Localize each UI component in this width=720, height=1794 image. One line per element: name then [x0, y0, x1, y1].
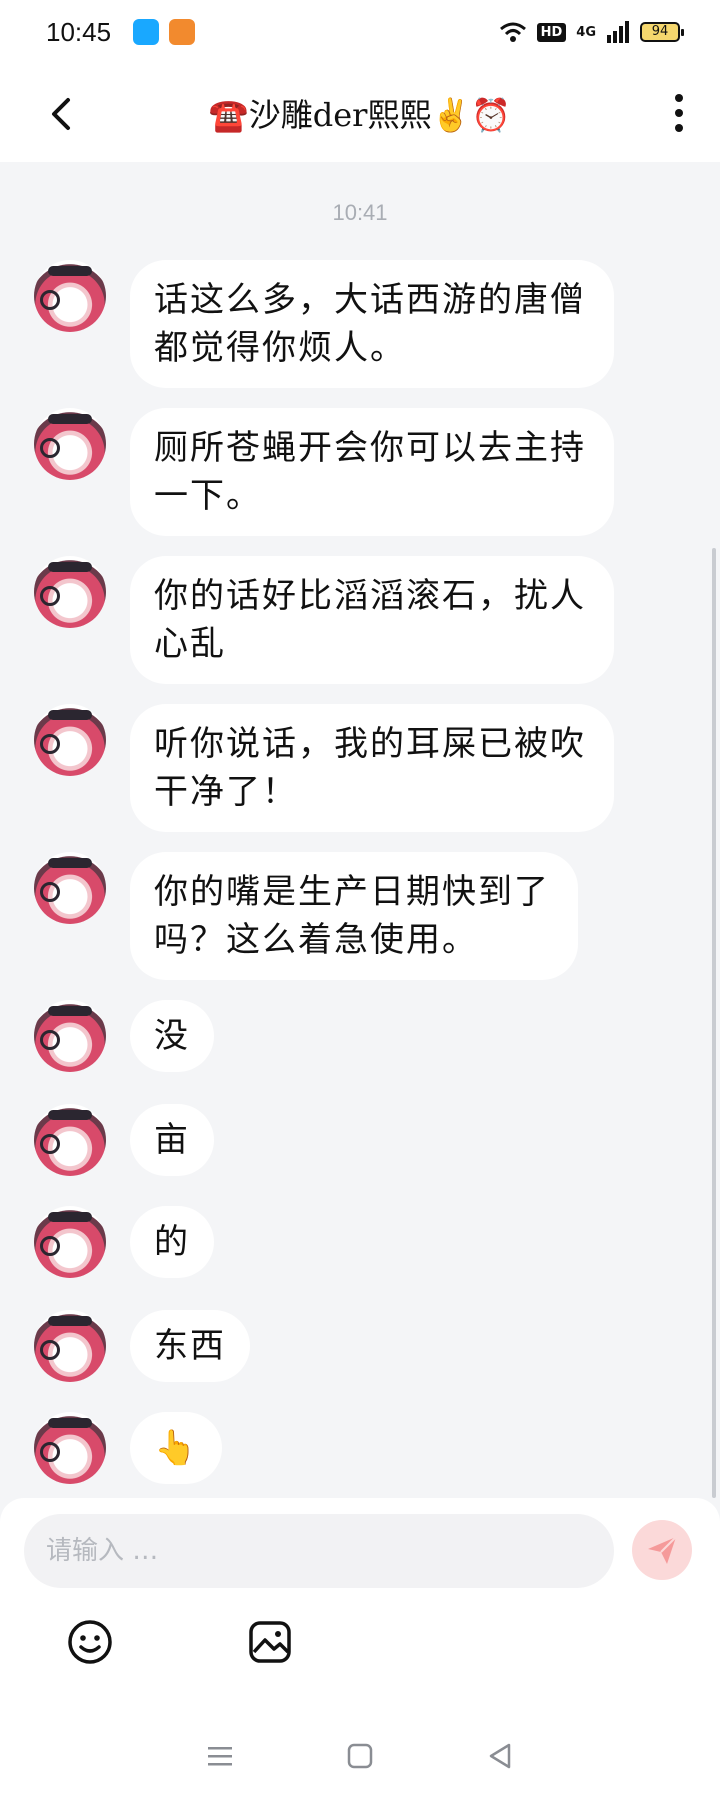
- message-row: 没: [34, 1000, 214, 1072]
- message-bubble[interactable]: 你的嘴是生产日期快到了吗？这么着急使用。: [130, 852, 578, 980]
- emoji-button[interactable]: [66, 1618, 114, 1666]
- chat-message-list[interactable]: 10:41 话这么多，大话西游的唐僧都觉得你烦人。 厕所苍蝇开会你可以去主持一下…: [0, 162, 720, 1498]
- message-input-container: [24, 1514, 614, 1588]
- more-dot: [675, 109, 683, 117]
- send-button[interactable]: [632, 1520, 692, 1580]
- message-bubble[interactable]: 没: [130, 1000, 214, 1072]
- avatar[interactable]: [34, 704, 106, 776]
- signal-icon: [607, 21, 629, 43]
- image-icon: [249, 1621, 291, 1663]
- message-bubble[interactable]: 👆: [130, 1412, 223, 1484]
- input-panel: [0, 1498, 720, 1718]
- message-input[interactable]: [24, 1514, 614, 1588]
- message-timestamp: 10:41: [332, 200, 388, 225]
- triangle-back-icon[interactable]: [485, 1741, 515, 1771]
- chat-header: ☎️沙雕der熙熙✌️⏰: [0, 64, 720, 162]
- message-bubble[interactable]: 你的话好比滔滔滚石，扰人心乱: [130, 556, 614, 684]
- avatar[interactable]: [34, 852, 106, 924]
- avatar[interactable]: [34, 1412, 106, 1484]
- avatar[interactable]: [34, 1206, 106, 1278]
- image-button[interactable]: [246, 1618, 294, 1666]
- notification-icons: [133, 19, 196, 45]
- hd-badge: HD: [536, 22, 567, 42]
- message-row: 话这么多，大话西游的唐僧都觉得你烦人。: [34, 260, 614, 388]
- status-bar: 10:45 HD 4G 94: [0, 0, 720, 64]
- message-bubble[interactable]: 听你说话，我的耳屎已被吹干净了！: [130, 704, 614, 832]
- battery-indicator: 94: [640, 22, 684, 42]
- message-bubble[interactable]: 东西: [130, 1310, 250, 1382]
- avatar[interactable]: [34, 556, 106, 628]
- system-navigation-bar: [0, 1718, 720, 1794]
- message-row: 你的话好比滔滔滚石，扰人心乱: [34, 556, 614, 684]
- status-time: 10:45: [46, 16, 112, 47]
- message-row: 厕所苍蝇开会你可以去主持一下。: [34, 408, 614, 536]
- more-vertical-icon: [675, 94, 683, 102]
- avatar[interactable]: [34, 1310, 106, 1382]
- scrollbar[interactable]: [712, 548, 716, 1498]
- avatar[interactable]: [34, 1104, 106, 1176]
- message-bubble[interactable]: 亩: [130, 1104, 214, 1176]
- more-dot: [675, 124, 683, 132]
- status-indicators: HD 4G 94: [499, 21, 684, 43]
- network-label: 4G: [576, 24, 596, 40]
- back-button[interactable]: [40, 92, 84, 136]
- wifi-icon: [499, 22, 526, 42]
- smiley-icon: [68, 1620, 112, 1664]
- chevron-left-icon: [52, 98, 70, 130]
- message-row: 的: [34, 1206, 214, 1278]
- message-row: 👆: [34, 1412, 223, 1484]
- avatar[interactable]: [34, 1000, 106, 1072]
- more-options-button[interactable]: [664, 90, 694, 136]
- avatar[interactable]: [34, 408, 106, 480]
- message-row: 你的嘴是生产日期快到了吗？这么着急使用。: [34, 852, 578, 980]
- message-bubble[interactable]: 的: [130, 1206, 214, 1278]
- qq-notification-icon: [133, 19, 160, 45]
- message-bubble[interactable]: 话这么多，大话西游的唐僧都觉得你烦人。: [130, 260, 614, 388]
- chat-title: ☎️沙雕der熙熙✌️⏰: [208, 96, 512, 134]
- square-icon[interactable]: [345, 1741, 375, 1771]
- avatar[interactable]: [34, 260, 106, 332]
- menu-icon[interactable]: [205, 1741, 235, 1771]
- paper-plane-icon: [648, 1536, 677, 1564]
- message-row: 东西: [34, 1310, 250, 1382]
- message-row: 听你说话，我的耳屎已被吹干净了！: [34, 704, 614, 832]
- message-bubble[interactable]: 厕所苍蝇开会你可以去主持一下。: [130, 408, 614, 536]
- app-notification-icon: [169, 19, 196, 45]
- message-row: 亩: [34, 1104, 214, 1176]
